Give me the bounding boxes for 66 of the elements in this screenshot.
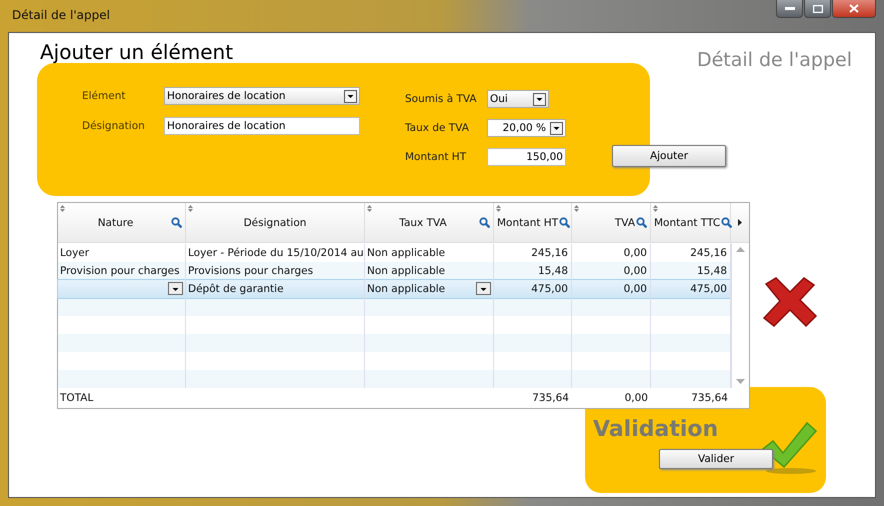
sort-icon[interactable] xyxy=(574,205,579,212)
table-cell: 475,00 xyxy=(531,283,568,295)
table-cell: Non applicable xyxy=(367,265,446,277)
sort-icon[interactable] xyxy=(188,205,193,212)
field-label: Elément xyxy=(82,90,126,102)
total-cell: 0,00 xyxy=(624,392,648,404)
validate-button[interactable]: Valider xyxy=(659,449,773,469)
sort-icon[interactable] xyxy=(60,205,65,212)
sort-icon[interactable] xyxy=(367,205,372,212)
field-label: Taux de TVA xyxy=(405,122,470,134)
column-header[interactable]: Montant HT xyxy=(494,203,572,242)
column-header[interactable]: Taux TVA xyxy=(365,203,494,242)
text-field[interactable]: Honoraires de location xyxy=(164,117,360,135)
dropdown[interactable]: Oui xyxy=(487,90,549,108)
text-field[interactable]: 150,00 xyxy=(487,148,566,166)
search-icon[interactable] xyxy=(479,217,490,228)
minimize-icon xyxy=(784,6,794,10)
add-button[interactable]: Ajouter xyxy=(612,145,726,167)
table-cell: 0,00 xyxy=(624,265,647,277)
sort-icon[interactable] xyxy=(496,205,501,212)
table-cell: 0,00 xyxy=(624,283,647,295)
maximize-button[interactable] xyxy=(804,0,831,18)
close-icon xyxy=(849,4,859,13)
table-row[interactable]: Provision pour charges Provisions pour charges Non applicable 15,48 0,00 15,48 xyxy=(58,262,731,280)
dropdown[interactable]: Honoraires de location xyxy=(164,87,360,105)
total-cell: 735,64 xyxy=(691,392,728,404)
table-cell: Provision pour charges xyxy=(60,265,180,277)
search-icon[interactable] xyxy=(721,217,732,228)
table-cell: Provisions pour charges xyxy=(188,265,314,277)
minimize-button[interactable] xyxy=(776,0,803,18)
dropdown[interactable]: 20,00 % xyxy=(487,119,566,137)
table-cell: Dépôt de garantie xyxy=(188,283,284,295)
column-header[interactable]: TVA xyxy=(572,203,651,242)
field-label: Soumis à TVA xyxy=(405,93,478,105)
table-row[interactable]: Loyer Loyer - Période du 15/10/2014 au Non applicable 245,16 0,00 245,16 xyxy=(58,244,731,262)
search-icon[interactable] xyxy=(171,217,182,228)
table-cell: Non applicable xyxy=(367,283,446,295)
field-label: Désignation xyxy=(82,120,146,132)
page-title: Détail de l'appel xyxy=(696,49,852,71)
table-cell: Loyer xyxy=(60,247,90,259)
section-title: Ajouter un élément xyxy=(40,42,234,62)
column-header[interactable]: Nature xyxy=(58,203,186,242)
table-cell: 245,16 xyxy=(690,247,727,259)
table-cell: 245,16 xyxy=(531,247,568,259)
column-header[interactable]: Désignation xyxy=(186,203,365,242)
checkmark-icon xyxy=(761,421,817,475)
table-cell: 15,48 xyxy=(538,265,568,277)
table-cell: Non applicable xyxy=(367,247,446,259)
total-cell: 735,64 xyxy=(532,392,569,404)
total-label: TOTAL xyxy=(60,392,94,404)
field-label: Montant HT xyxy=(405,151,468,163)
scroll-right-icon[interactable] xyxy=(738,219,742,226)
maximize-icon xyxy=(812,4,822,12)
column-header[interactable]: Montant TTC xyxy=(651,203,731,242)
section-title: Validation xyxy=(593,417,718,442)
window-title: Détail de l'appel xyxy=(12,8,110,22)
close-button[interactable] xyxy=(832,0,876,18)
search-icon[interactable] xyxy=(559,217,570,228)
table-row[interactable]: Dépôt de garantie Non applicable 475,00 0,00 475,00 xyxy=(58,280,731,298)
table-cell: 0,00 xyxy=(624,247,647,259)
delete-icon[interactable] xyxy=(762,276,818,328)
sort-icon[interactable] xyxy=(653,205,658,212)
search-icon[interactable] xyxy=(636,217,647,228)
table-cell: 475,00 xyxy=(690,283,727,295)
table-cell: 15,48 xyxy=(696,265,727,277)
table-cell: Loyer - Période du 15/10/2014 au xyxy=(188,247,364,259)
